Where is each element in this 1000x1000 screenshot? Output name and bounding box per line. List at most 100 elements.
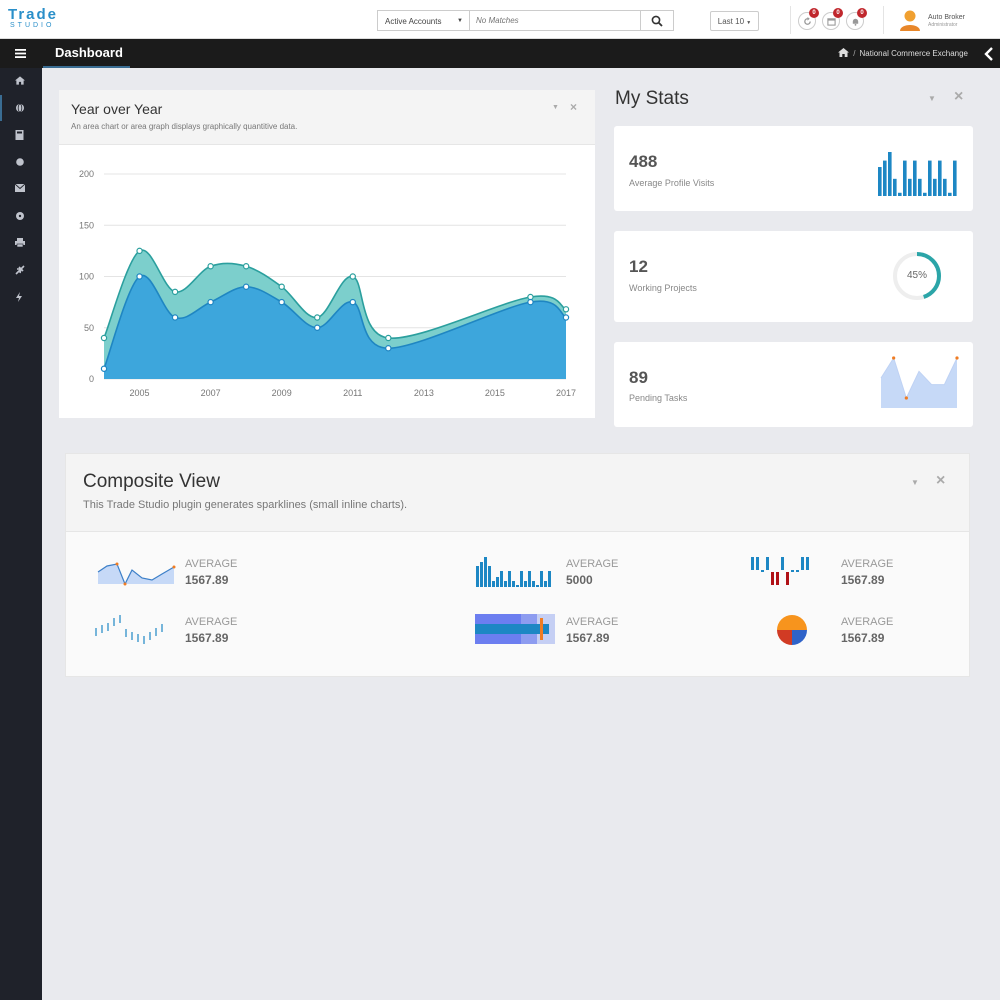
top-header: Trade STUDIO Active Accounts ▼ Last 10 ▼… xyxy=(0,0,1000,39)
line-sparkline xyxy=(880,356,959,408)
sidebar-item-bolt[interactable] xyxy=(0,284,42,310)
search-icon xyxy=(651,15,663,27)
x-tick-label: 2011 xyxy=(343,388,362,398)
progress-percent: 45% xyxy=(906,270,927,281)
area-chart: 0 50 100 150 200 2005 2007 2009 2011 2013 2015 2017 xyxy=(79,169,576,398)
x-tick-label: 2015 xyxy=(485,388,505,398)
spark-bar xyxy=(888,152,892,196)
sidebar-item-circle[interactable] xyxy=(0,149,42,175)
stat-label: Average Profile Visits xyxy=(629,178,715,188)
compass-icon xyxy=(16,212,24,220)
home-icon[interactable] xyxy=(838,48,850,57)
my-stats-title: My Stats xyxy=(615,88,689,109)
data-point xyxy=(385,345,392,352)
spark-bar xyxy=(923,192,927,196)
sidebar-item-compass[interactable] xyxy=(0,203,42,229)
collapse-icon[interactable]: ▼ xyxy=(928,94,936,103)
data-point xyxy=(562,314,570,321)
sparkline-value: 1567.89 xyxy=(841,573,885,587)
composite-line-sparkline xyxy=(97,562,176,586)
sidebar-item-print[interactable] xyxy=(0,230,42,256)
header-divider xyxy=(883,6,884,34)
x-tick-label: 2017 xyxy=(556,388,576,398)
y-tick-label: 150 xyxy=(79,220,94,230)
spark-bar xyxy=(943,178,947,196)
x-tick-label: 2009 xyxy=(272,388,292,398)
stat-label: Pending Tasks xyxy=(629,393,688,403)
sidebar xyxy=(0,68,42,1000)
sidebar-item-plane[interactable] xyxy=(0,257,42,283)
close-icon[interactable]: × xyxy=(570,100,577,114)
notification-badge: 0 xyxy=(833,8,843,18)
calculator-icon xyxy=(15,130,24,140)
composite-bar-sparkline xyxy=(476,557,551,587)
collapse-icon[interactable]: ▼ xyxy=(911,478,919,487)
home-icon xyxy=(15,76,25,85)
menu-toggle-button[interactable] xyxy=(0,39,42,68)
logo-subtext: STUDIO xyxy=(10,22,55,29)
caret-down-icon: ▼ xyxy=(746,20,752,26)
composite-discrete-sparkline xyxy=(95,615,163,644)
y-tick-label: 0 xyxy=(89,374,94,384)
user-role: Administrator xyxy=(928,22,958,28)
close-icon[interactable]: × xyxy=(936,472,945,490)
sidebar-item-globe[interactable] xyxy=(0,95,42,121)
spark-bar xyxy=(893,178,897,196)
last-filter-button[interactable]: Last 10 ▼ xyxy=(710,11,759,31)
collapse-icon[interactable]: ▼ xyxy=(552,104,559,111)
panel-header: Composite View This Trade Studio plugin … xyxy=(66,454,969,532)
x-tick-label: 2013 xyxy=(414,388,434,398)
x-tick-label: 2005 xyxy=(130,388,150,398)
chevron-left-icon[interactable] xyxy=(984,47,994,61)
active-tab-indicator xyxy=(43,66,130,68)
sidebar-item-calculator[interactable] xyxy=(0,122,42,148)
stat-card-working-projects: 12 Working Projects 45% xyxy=(614,231,973,322)
data-point xyxy=(278,298,285,306)
search-input[interactable] xyxy=(469,10,641,31)
notification-badge: 0 xyxy=(857,8,867,18)
user-avatar[interactable] xyxy=(899,9,921,32)
data-point xyxy=(314,324,321,331)
search-button[interactable] xyxy=(641,10,674,31)
bell-icon xyxy=(852,18,859,26)
y-tick-label: 100 xyxy=(79,272,94,282)
data-point xyxy=(207,298,214,306)
sparkline-value: 1567.89 xyxy=(566,631,610,645)
calendar-icon xyxy=(827,18,836,26)
stat-card-profile-visits: 488 Average Profile Visits xyxy=(614,126,973,211)
sparkline-value: 1567.89 xyxy=(841,631,885,645)
panel-header: Year over Year An area chart or area gra… xyxy=(59,90,595,145)
data-point xyxy=(242,283,250,290)
year-over-year-panel: Year over Year An area chart or area gra… xyxy=(59,90,595,418)
spark-marker xyxy=(892,356,896,360)
user-name[interactable]: Auto Broker xyxy=(928,14,965,21)
refresh-icon xyxy=(804,17,811,25)
hamburger-icon xyxy=(15,49,26,58)
sparkline-value: 1567.89 xyxy=(185,573,229,587)
account-select-value: Active Accounts xyxy=(385,17,442,26)
refresh-notification-button[interactable]: 0 xyxy=(798,8,819,30)
calendar-notification-button[interactable]: 0 xyxy=(822,8,843,30)
stat-value: 89 xyxy=(629,368,648,387)
sidebar-item-home[interactable] xyxy=(0,68,42,94)
data-point xyxy=(562,306,570,313)
panel-title: Year over Year xyxy=(71,101,163,117)
trade-studio-logo[interactable]: Trade STUDIO xyxy=(8,7,58,30)
spark-marker xyxy=(955,356,959,360)
sidebar-item-mail[interactable] xyxy=(0,176,42,202)
spark-bar xyxy=(908,178,912,196)
sparkline-label: AVERAGE xyxy=(185,558,238,570)
close-icon[interactable]: × xyxy=(954,88,963,106)
spark-bar xyxy=(953,160,957,196)
notification-badge: 0 xyxy=(809,8,819,18)
data-point xyxy=(171,288,179,296)
bell-notification-button[interactable]: 0 xyxy=(846,8,867,30)
account-select[interactable]: Active Accounts ▼ xyxy=(377,10,469,31)
page-title: Dashboard xyxy=(55,45,123,60)
print-icon xyxy=(15,238,25,247)
breadcrumb-item[interactable]: National Commerce Exchange xyxy=(860,49,969,58)
bolt-icon xyxy=(16,292,22,302)
spark-bar xyxy=(938,160,942,196)
composite-view-panel: Composite View This Trade Studio plugin … xyxy=(65,453,970,677)
spark-bar xyxy=(898,192,902,196)
